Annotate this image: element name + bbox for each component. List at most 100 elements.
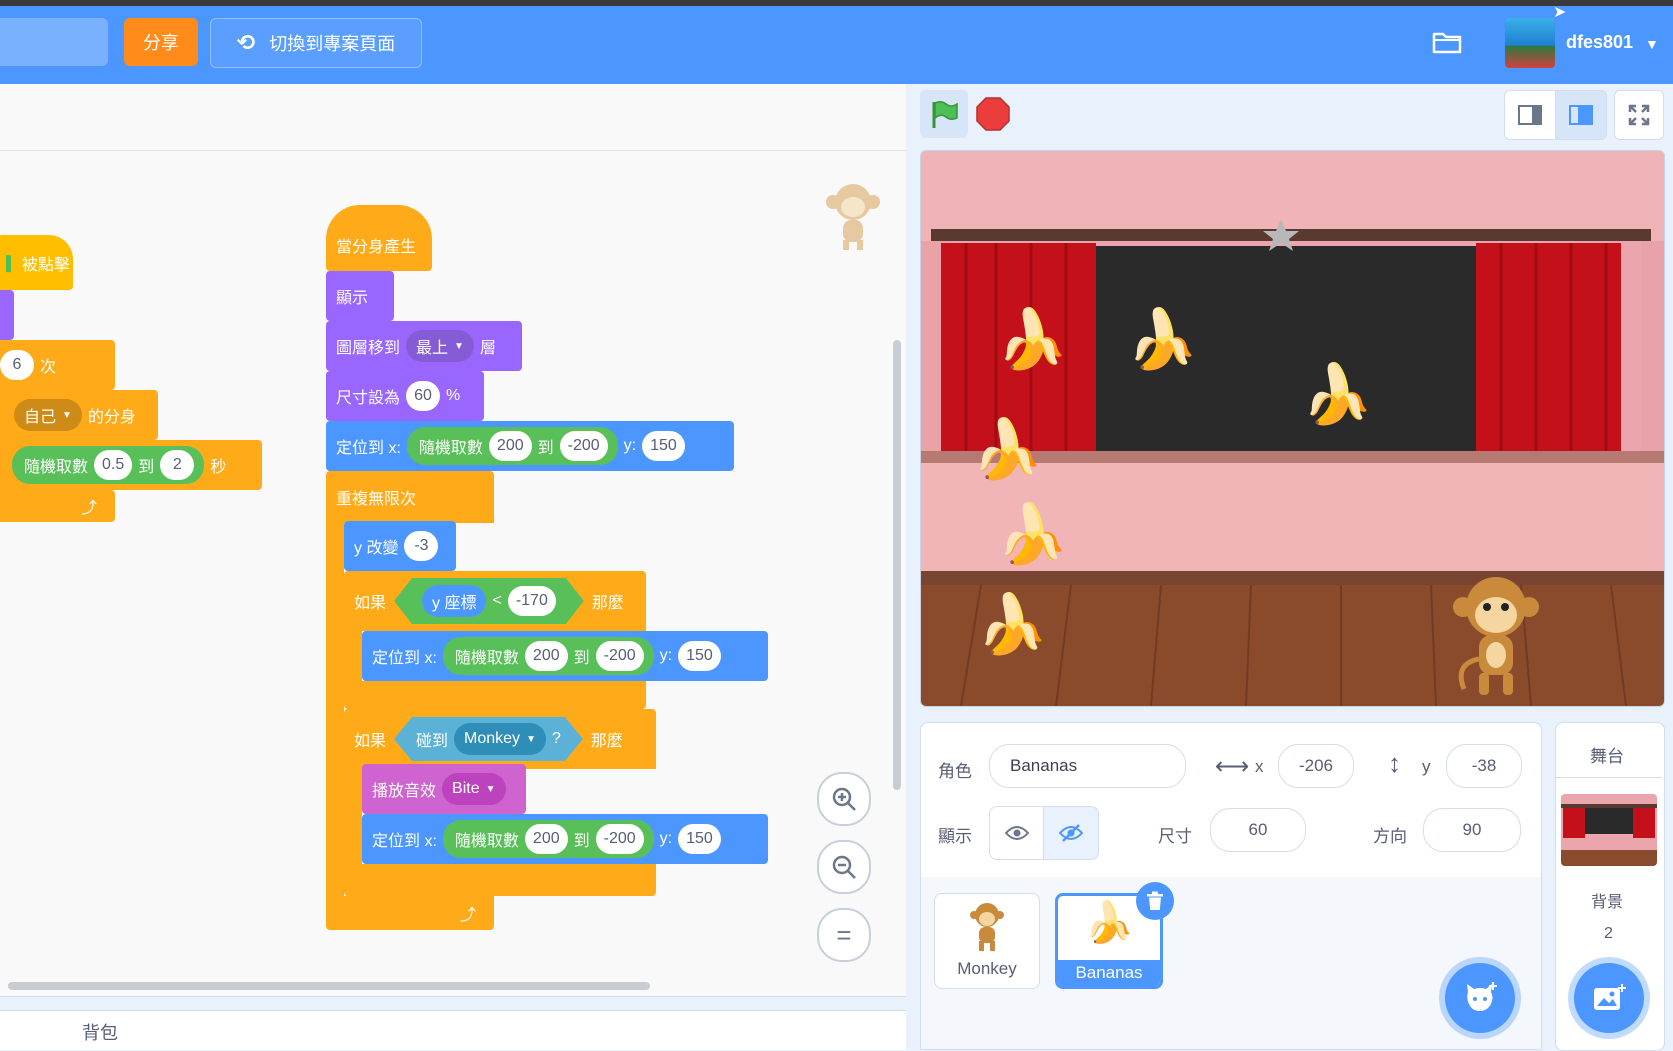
fullscreen-button[interactable] [1614,90,1664,140]
change-y-input[interactable]: -3 [404,531,439,561]
less-than-block[interactable]: y 座標 < -170 [394,578,584,624]
project-title-field[interactable] [0,18,108,66]
random-block[interactable]: 隨機取數 200 到 -200 [442,820,654,858]
random-to-label: 到 [573,650,590,667]
random-min-input[interactable]: 0.5 [94,450,133,480]
green-flag-button[interactable] [920,90,968,138]
backpack-bar[interactable]: 背包 [0,1010,906,1050]
random-max-input[interactable]: -200 [595,641,644,671]
window-top-edge [0,0,1673,6]
y-position-reporter[interactable]: y 座標 [422,585,486,617]
go-to-layer-block[interactable]: 圖層移到 最上 ▼ 層 [326,321,522,371]
y-limit-input[interactable]: -170 [508,586,556,616]
stop-icon [976,97,1010,131]
random-label: 隨機取數 [418,440,483,457]
change-y-block[interactable]: y 改變 -3 [344,521,456,571]
show-block[interactable]: 顯示 [326,271,394,321]
go-to-xy-block-1[interactable]: 定位到 x: 隨機取數 200 到 -200 y: 150 [326,421,734,471]
sprite-watermark-monkey-icon [825,180,881,252]
zoom-reset-button[interactable]: = [817,908,871,962]
horizontal-scrollbar[interactable] [8,982,650,990]
share-button[interactable]: 分享 [124,18,198,66]
random-max-input[interactable]: -200 [559,431,608,461]
random-to-label: 到 [573,833,590,850]
y-value-input[interactable]: 150 [678,824,721,854]
repeat-count-input[interactable]: 6 [0,350,34,380]
clone-suffix-label: 的分身 [87,409,136,426]
large-stage-icon [1569,105,1593,125]
sprite-tile-monkey[interactable]: Monkey [934,893,1040,989]
random-min-input[interactable]: 200 [524,641,568,671]
sprite-name-input[interactable]: Bananas [989,744,1186,788]
if-block-2[interactable]: 如果 碰到 Monkey ▼ ? 那麼 [344,709,656,769]
random-block[interactable]: 隨機取數 200 到 -200 [442,637,654,675]
y-position-input[interactable]: -38 [1446,744,1522,788]
if-block-1[interactable]: 如果 y 座標 < -170 那麼 [344,571,646,631]
random-max-input[interactable]: 2 [160,450,195,480]
delete-sprite-button[interactable] [1136,882,1174,920]
if-block-2-bottom [344,864,656,896]
wait-block[interactable]: 隨機取數 0.5 到 2 秒 [0,440,262,490]
hide-sprite-button[interactable] [1043,806,1099,860]
user-avatar[interactable] [1505,18,1555,68]
repeat-unit-label: 次 [40,359,57,376]
touching-block[interactable]: 碰到 Monkey ▼ ? [394,717,583,761]
vertical-scrollbar[interactable] [893,340,901,790]
sprite-name-label: 角色 [938,762,972,781]
y-label: y [1422,757,1431,776]
sprite-name-value: Bananas [1010,756,1078,775]
switch-to-project-page-button[interactable]: ⟲ 切換到專案頁面 [210,18,422,68]
set-size-block[interactable]: 尺寸設為 60 % [326,371,484,421]
show-sprite-button[interactable] [989,806,1045,860]
choose-sprite-button[interactable] [1445,963,1515,1033]
chevron-down-icon[interactable]: ▼ [1645,36,1659,52]
random-max-input[interactable]: -200 [595,824,644,854]
sound-dropdown[interactable]: Bite ▼ [442,773,506,805]
clone-target-dropdown[interactable]: 自己 ▼ [14,399,82,431]
size-value-input[interactable]: 60 [406,381,441,411]
layer-dropdown[interactable]: 最上 ▼ [406,330,474,362]
banana-clone-icon: 🍌 [971,417,1044,482]
small-stage-button[interactable] [1504,90,1556,140]
dropdown-arrow-icon: ▼ [62,409,72,421]
x-position-input[interactable]: -206 [1278,744,1354,788]
hat-block-label: 被點擊 [21,256,70,274]
backdrop-thumbnail[interactable] [1561,794,1657,866]
my-stuff-folder-icon[interactable] [1432,30,1462,54]
size-label: 尺寸 [1158,827,1192,846]
create-clone-block[interactable]: 自己 ▼ 的分身 [0,390,158,440]
layer-value: 最上 [416,340,449,357]
y-value-input[interactable]: 150 [678,641,721,671]
sound-value: Bite [452,780,480,797]
go-to-xy-block-3[interactable]: 定位到 x: 隨機取數 200 到 -200 y: 150 [362,814,768,864]
forever-block[interactable]: 重複無限次 [326,471,494,523]
size-input[interactable]: 60 [1210,808,1306,852]
direction-input[interactable]: 90 [1423,808,1521,852]
start-sound-block[interactable]: 播放音效 Bite ▼ [362,764,526,814]
choose-backdrop-button[interactable] [1574,963,1644,1033]
layer-label: 圖層移到 [336,340,401,357]
touch-target-dropdown[interactable]: Monkey ▼ [454,723,546,755]
when-clone-starts-hat-block[interactable]: 當分身產生 [326,205,432,271]
touching-label: 碰到 [416,733,449,750]
when-clicked-hat-block[interactable]: ▌ 被點擊 [0,235,73,290]
random-block[interactable]: 隨機取數 0.5 到 2 [12,446,205,484]
zoom-out-button[interactable] [817,840,871,894]
random-min-input[interactable]: 200 [488,431,532,461]
stop-button[interactable] [975,96,1011,132]
random-min-input[interactable]: 200 [524,824,568,854]
username-label[interactable]: dfes801 [1566,32,1633,53]
repeat-block[interactable]: 6 次 [0,340,115,390]
random-to-label: 到 [138,459,155,476]
stage-panel-title: 舞台 [1590,747,1624,766]
stage-canvas[interactable]: 🍌 🍌 🍌 🍌 🍌 🍌 [920,150,1665,707]
large-stage-button[interactable] [1555,90,1607,140]
size-label: 尺寸設為 [336,390,401,407]
random-label: 隨機取數 [24,459,89,476]
looks-block-partial[interactable] [0,290,14,340]
go-to-xy-block-2[interactable]: 定位到 x: 隨機取數 200 到 -200 y: 150 [362,631,768,681]
backpack-label: 背包 [82,1023,118,1043]
random-block[interactable]: 隨機取數 200 到 -200 [406,427,618,465]
zoom-in-button[interactable] [817,772,871,826]
y-value-input[interactable]: 150 [642,431,685,461]
